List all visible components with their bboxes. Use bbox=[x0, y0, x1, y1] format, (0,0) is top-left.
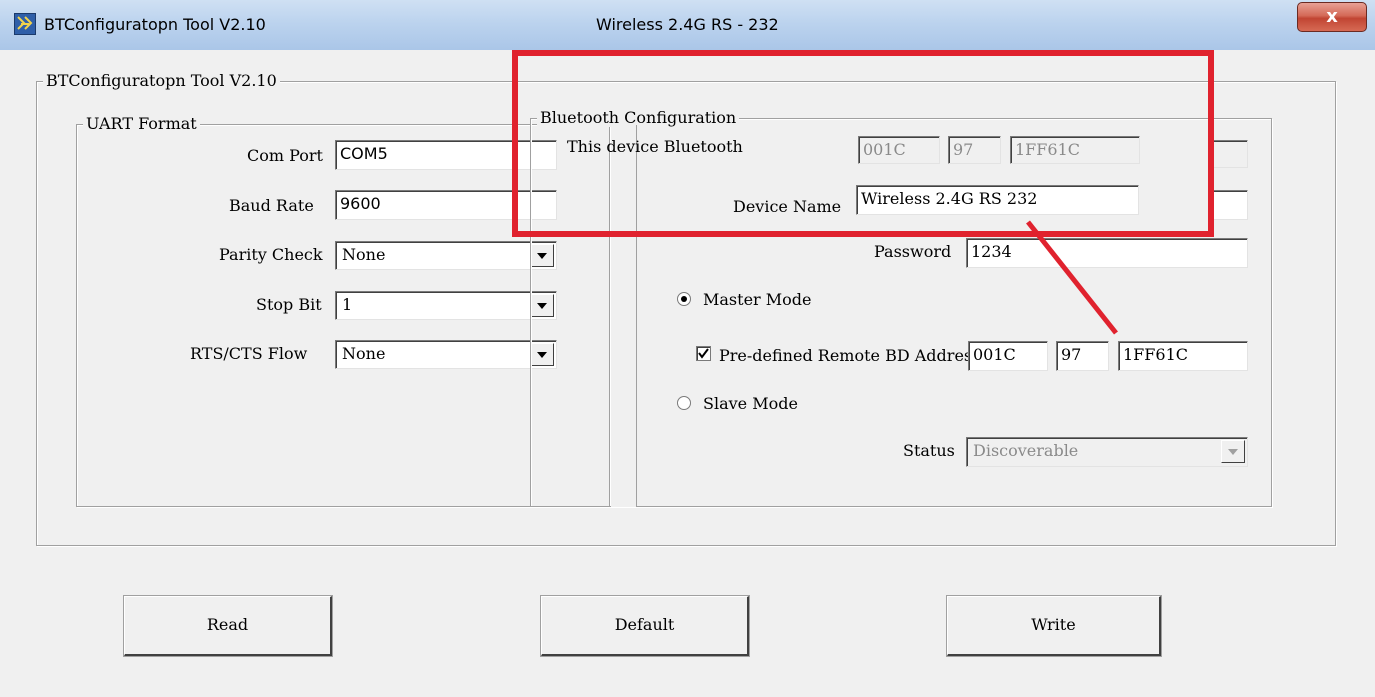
slave-mode-radio[interactable] bbox=[677, 396, 691, 410]
rts-cts-flow-value: None bbox=[342, 344, 386, 363]
hidden-field-right bbox=[1212, 140, 1248, 168]
master-mode-radio[interactable] bbox=[677, 292, 691, 306]
remote-addr-part2[interactable]: 97 bbox=[1056, 341, 1109, 371]
parity-check-select[interactable]: None bbox=[335, 241, 557, 270]
rts-cts-flow-label: RTS/CTS Flow bbox=[190, 344, 308, 363]
annotation-highlight-box bbox=[512, 50, 1214, 237]
password-field[interactable]: 1234 bbox=[966, 238, 1248, 268]
write-button-label: Write bbox=[1031, 615, 1076, 634]
window-title: BTConfiguratopn Tool V2.10 bbox=[44, 15, 266, 34]
password-label: Password bbox=[874, 242, 952, 261]
status-label: Status bbox=[903, 441, 955, 460]
check-icon bbox=[698, 348, 709, 359]
default-button[interactable]: Default bbox=[540, 595, 750, 657]
com-port-label: Com Port bbox=[247, 146, 323, 165]
stop-bit-value: 1 bbox=[342, 295, 353, 314]
stop-bit-label: Stop Bit bbox=[256, 295, 322, 314]
parity-check-value: None bbox=[342, 245, 386, 264]
master-mode-label: Master Mode bbox=[703, 290, 812, 309]
main-groupbox-legend: BTConfiguratopn Tool V2.10 bbox=[43, 71, 280, 90]
uart-format-legend: UART Format bbox=[83, 114, 200, 133]
status-select: Discoverable bbox=[966, 437, 1248, 467]
window-device-title: Wireless 2.4G RS - 232 bbox=[596, 15, 779, 34]
remote-addr-part3[interactable]: 1FF61C bbox=[1118, 341, 1248, 371]
close-icon: x bbox=[1326, 6, 1338, 27]
remote-addr-part1[interactable]: 001C bbox=[968, 341, 1048, 371]
read-button[interactable]: Read bbox=[123, 595, 333, 657]
parity-check-label: Parity Check bbox=[219, 245, 323, 264]
chevron-down-icon bbox=[1221, 440, 1245, 463]
close-button[interactable]: x bbox=[1297, 2, 1367, 32]
predefined-remote-checkbox[interactable] bbox=[696, 346, 711, 361]
default-button-label: Default bbox=[614, 615, 675, 634]
status-value: Discoverable bbox=[973, 441, 1079, 460]
write-button[interactable]: Write bbox=[946, 595, 1162, 657]
stop-bit-select[interactable]: 1 bbox=[335, 291, 557, 320]
bluetooth-tool-icon bbox=[14, 13, 36, 35]
hidden-field-right-2 bbox=[1212, 190, 1248, 220]
predefined-remote-label: Pre-defined Remote BD Addres bbox=[719, 346, 968, 365]
rts-cts-flow-select[interactable]: None bbox=[335, 340, 557, 369]
baud-rate-label: Baud Rate bbox=[229, 196, 314, 215]
read-button-label: Read bbox=[206, 615, 249, 634]
slave-mode-label: Slave Mode bbox=[703, 394, 798, 413]
